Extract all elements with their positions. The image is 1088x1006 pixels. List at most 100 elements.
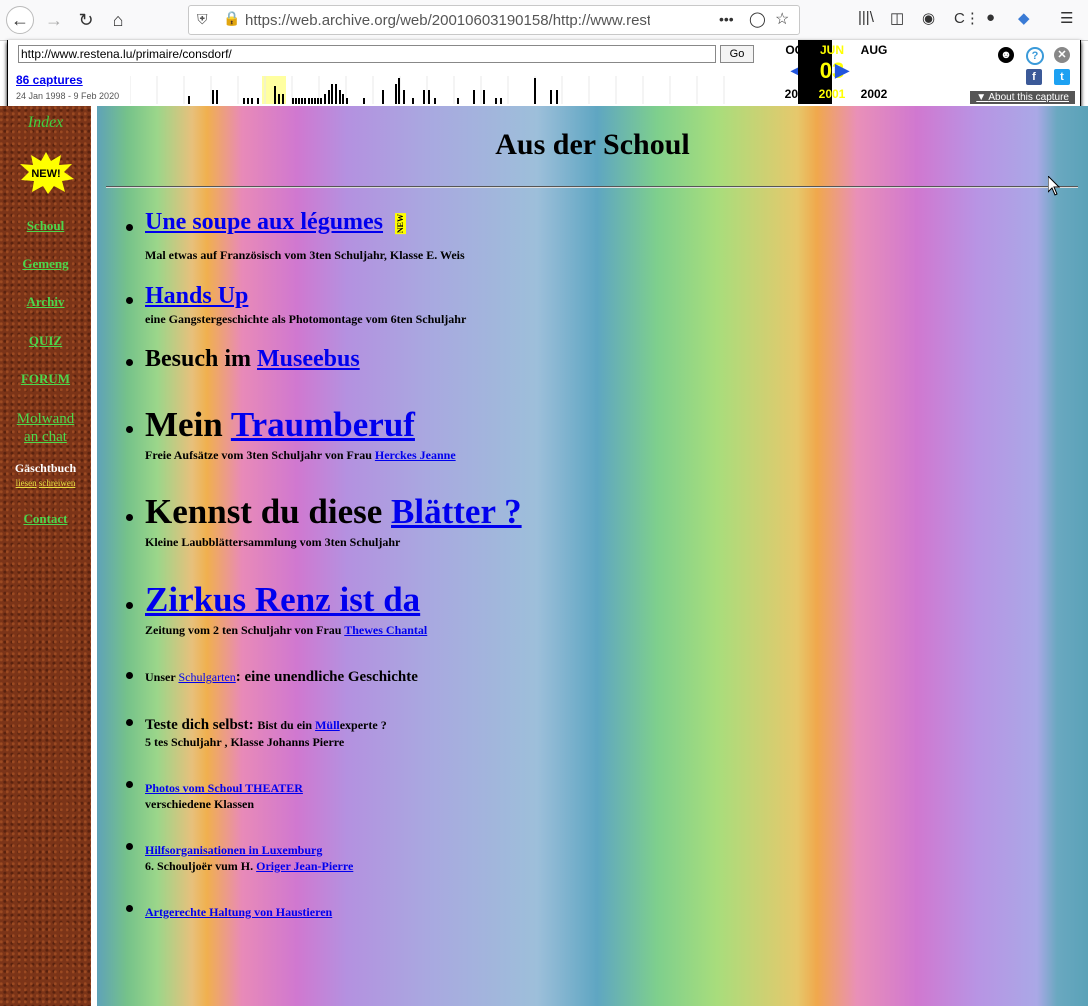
reload-icon[interactable]: ↻ [72,6,100,34]
nav-quiz[interactable]: QUIZ [0,333,91,349]
capture-bar [212,90,214,104]
nav-index-heading: Index [27,114,64,131]
bullet [126,905,133,912]
next-year[interactable]: 2002 [854,87,894,101]
facebook-icon[interactable]: f [1026,69,1042,85]
capture-bar [257,98,259,104]
wayback-go-button[interactable]: Go [720,45,754,63]
wayback-url-input[interactable]: http://www.restena.lu/primaire/consdorf/ [18,45,716,63]
new-tag-icon: NEW [395,212,407,235]
extension-3-icon[interactable]: ◆ [1018,9,1030,27]
list-item: Hilfsorganisationen in Luxemburg [145,843,322,858]
nav-gemeng[interactable]: Gemeng [0,256,91,272]
origer-link[interactable]: Origer Jean-Pierre [256,859,353,873]
bullet [126,514,133,521]
capture-bar [412,98,414,104]
haustiere-link[interactable]: Artgerechte Haltung von Haustieren [145,905,332,919]
bullet [126,224,133,231]
zirkus-link[interactable]: Zirkus Renz ist da [145,580,420,619]
forward-arrow-icon[interactable]: → [40,6,68,34]
zirkus-desc-text: Zeitung vom 2 ten Schuljahr von Frau [145,623,345,637]
capture-bar [298,98,300,104]
hands-up-link[interactable]: Hands Up [145,283,248,309]
nav-molwand-line2[interactable]: an chat [24,429,67,445]
nav-schoul[interactable]: Schoul [0,218,91,234]
list-item: Mein Traumberuf [145,405,415,445]
next-month[interactable]: AUG [854,43,894,57]
extension-2-icon[interactable]: ● [986,9,995,26]
schulgarten-link[interactable]: Schulgarten [178,670,235,684]
list-item: Teste dich selbst: Bist du ein Müllexper… [145,717,387,734]
about-capture-label[interactable]: About this capture [988,92,1069,103]
nav-contact[interactable]: Contact [0,511,91,527]
capture-bar [324,94,326,104]
traumberuf-description: Freie Aufsätze vom 3ten Schuljahr von Fr… [145,448,456,463]
pocket-icon[interactable]: ◯ [749,10,766,28]
capture-bar [382,90,384,104]
capture-bar [423,90,425,104]
close-icon[interactable]: ✕ [1054,47,1070,63]
back-arrow-icon[interactable]: ← [6,6,34,34]
extension-icon[interactable]: C⋮ [954,9,980,27]
capture-bar [457,98,459,104]
traumberuf-link[interactable]: Traumberuf [231,405,415,444]
hands-up-description: eine Gangstergeschichte als Photomontage… [145,312,467,326]
soupe-link[interactable]: Une soupe aux légumes [145,209,383,235]
home-icon[interactable]: ⌂ [104,6,132,34]
bookmark-star-icon[interactable]: ☆ [775,9,789,29]
user-icon[interactable]: ☻ [998,47,1014,63]
muell-link[interactable]: Müll [315,718,340,732]
theater-description: verschiedene Klassen [145,797,254,811]
list-item: Unser Schulgarten: eine unendliche Gesch… [145,669,418,686]
teste-description: 5 tes Schuljahr , Klasse Johanns Pierre [145,735,345,749]
guestbook-write-link[interactable]: schreiwen [39,478,75,488]
herckes-link[interactable]: Herckes Jeanne [375,448,456,462]
capture-bar [346,98,348,104]
nav-forum[interactable]: FORUM [0,371,91,387]
nav-archiv[interactable]: Archiv [0,294,91,310]
capture-bar [398,78,400,104]
hilfsorganisationen-description: 6. Schouljoër vum H. Origer Jean-Pierre [145,859,353,874]
help-icon[interactable]: ? [1026,47,1044,65]
capture-bar [434,98,436,104]
capture-bar [251,98,253,104]
museebus-link[interactable]: Museebus [257,346,360,372]
nav-molwand[interactable]: Molwand an chat [0,410,91,446]
capture-sparkline[interactable] [130,76,752,104]
hamburger-menu-icon[interactable]: ☰ [1060,9,1073,27]
nav-gaeschtbuch-label: Gäschtbuch [14,461,77,475]
library-icon[interactable]: |||\ [858,9,874,26]
capture-bar [550,90,552,104]
capture-bar [278,94,280,104]
address-text[interactable]: https://web.archive.org/web/200106031901… [245,12,650,29]
teste-question-a: Bist du ein [257,718,316,732]
nav-molwand-line1[interactable]: Molwand [17,411,75,427]
address-bar[interactable]: ⛨ 🔒 https://web.archive.org/web/20010603… [188,5,800,35]
capture-bar [314,98,316,104]
museebus-prefix: Besuch im [145,346,258,372]
capture-bar [282,94,284,104]
lock-icon[interactable]: 🔒 [223,10,240,27]
twitter-icon[interactable]: t [1054,69,1070,85]
sidebar-icon[interactable]: ◫ [890,9,904,27]
current-year: 2001 [818,87,846,101]
bullet [126,602,133,609]
teste-prefix: Teste dich selbst: [145,717,258,733]
page-actions-menu-icon[interactable]: ••• [719,11,734,27]
bullet [126,359,133,366]
hilfsorganisationen-link[interactable]: Hilfsorganisationen in Luxemburg [145,843,322,857]
gaeschtbuch-links: liesen schreiwen [0,478,91,488]
page-title: Aus der Schoul [495,128,690,161]
guestbook-read-link[interactable]: liesen [16,478,37,488]
capture-bar [335,84,337,104]
capture-bar [311,98,313,104]
new-badge-icon: NEW! [20,152,74,194]
blaetter-link[interactable]: Blätter ? [391,492,522,531]
theater-link[interactable]: Photos vom Schoul THEATER [145,781,303,795]
thewes-link[interactable]: Thewes Chantal [344,623,427,637]
shield-icon[interactable]: ⛨ [197,11,208,28]
next-arrow-icon[interactable]: ▶ [822,60,862,81]
about-capture-link[interactable]: ▼ About this capture [970,91,1075,104]
account-icon[interactable]: ◉ [922,9,935,27]
captures-link[interactable]: 86 captures [16,73,83,87]
